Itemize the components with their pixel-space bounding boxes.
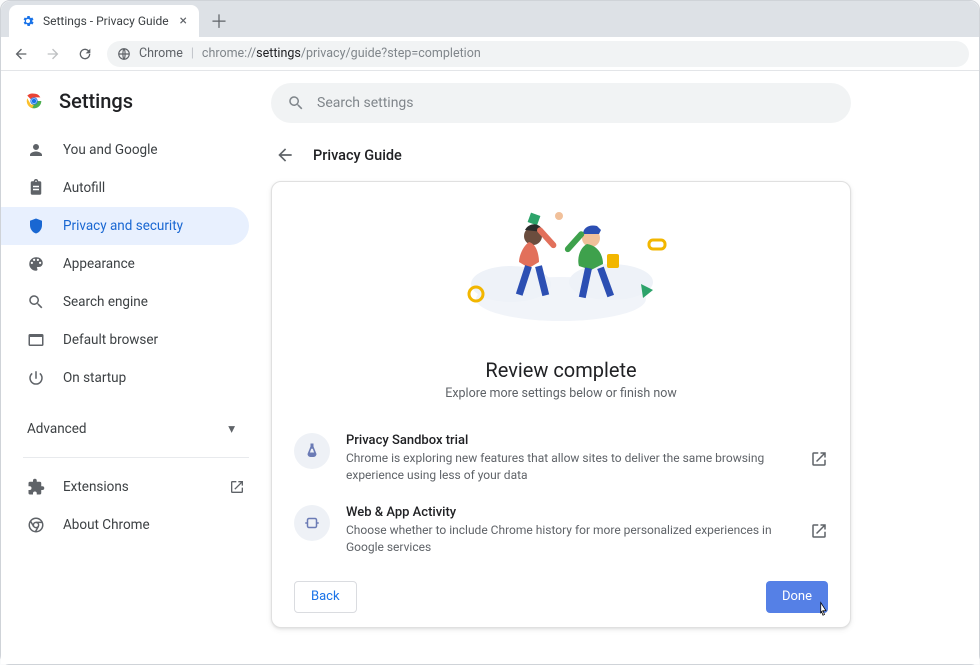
palette-icon	[27, 255, 45, 273]
open-in-new-icon[interactable]	[810, 522, 828, 540]
advanced-label: Advanced	[27, 421, 87, 437]
sidebar-item-label: Privacy and security	[63, 218, 183, 234]
url-text: chrome://settings/privacy/guide?step=com…	[202, 46, 481, 61]
hero-illustration	[294, 204, 828, 344]
brand: Settings	[23, 89, 249, 113]
sidebar-item-default-browser[interactable]: Default browser	[1, 321, 249, 359]
shield-icon	[27, 217, 45, 235]
chrome-outline-icon	[27, 516, 45, 534]
chrome-logo-icon	[23, 90, 45, 112]
done-button-label: Done	[782, 589, 812, 604]
sidebar: Settings You and Google Autofill Privacy…	[1, 71, 261, 664]
separator: |	[191, 46, 194, 61]
option-web-app-activity[interactable]: Web & App Activity Choose whether to inc…	[294, 495, 828, 567]
option-title: Web & App Activity	[346, 505, 794, 520]
tab-strip: Settings - Privacy Guide × ＋	[1, 1, 979, 37]
cursor-icon	[814, 601, 832, 619]
sidebar-item-privacy-security[interactable]: Privacy and security	[1, 207, 249, 245]
address-bar[interactable]: Chrome | chrome://settings/privacy/guide…	[107, 41, 969, 67]
subheader-title: Privacy Guide	[313, 147, 402, 164]
subheader: Privacy Guide	[275, 145, 953, 165]
person-icon	[27, 141, 45, 159]
sidebar-item-label: Appearance	[63, 256, 135, 272]
main-content: Search settings Privacy Guide	[261, 71, 979, 664]
sidebar-item-label: Search engine	[63, 294, 148, 310]
sidebar-item-appearance[interactable]: Appearance	[1, 245, 249, 283]
new-tab-button[interactable]: ＋	[205, 7, 233, 35]
card-heading: Review complete	[294, 358, 828, 382]
sidebar-item-autofill[interactable]: Autofill	[1, 169, 249, 207]
advanced-toggle[interactable]: Advanced ▾	[23, 407, 249, 451]
close-icon[interactable]: ×	[180, 14, 187, 28]
tab-title: Settings - Privacy Guide	[43, 14, 169, 28]
sidebar-item-label: You and Google	[63, 142, 158, 158]
sidebar-item-label: Autofill	[63, 180, 105, 196]
search-icon	[287, 94, 305, 112]
extensions-label: Extensions	[63, 479, 129, 495]
completion-card: Review complete Explore more settings be…	[271, 181, 851, 628]
open-in-new-icon	[229, 479, 245, 495]
puzzle-icon	[27, 478, 45, 496]
back-button-label: Back	[311, 589, 340, 604]
reload-icon[interactable]	[75, 44, 95, 64]
sidebar-item-search-engine[interactable]: Search engine	[1, 283, 249, 321]
back-arrow-icon[interactable]	[275, 145, 295, 165]
clipboard-icon	[27, 179, 45, 197]
done-button[interactable]: Done	[766, 581, 828, 613]
url-scheme-label: Chrome	[139, 46, 183, 61]
power-icon	[27, 369, 45, 387]
search-placeholder: Search settings	[317, 95, 414, 111]
back-button[interactable]: Back	[294, 581, 357, 613]
sidebar-item-you-and-google[interactable]: You and Google	[1, 131, 249, 169]
nav-list: You and Google Autofill Privacy and secu…	[23, 131, 249, 397]
browser-icon	[27, 331, 45, 349]
sidebar-item-label: Default browser	[63, 332, 158, 348]
chevron-down-icon: ▾	[228, 421, 235, 437]
flask-icon	[294, 433, 330, 469]
back-icon[interactable]	[11, 44, 31, 64]
sidebar-item-on-startup[interactable]: On startup	[1, 359, 249, 397]
toolbar: Chrome | chrome://settings/privacy/guide…	[1, 37, 979, 71]
gear-icon	[21, 14, 35, 28]
open-in-new-icon[interactable]	[810, 450, 828, 468]
search-icon	[27, 293, 45, 311]
option-desc: Chrome is exploring new features that al…	[346, 450, 794, 485]
globe-icon	[117, 47, 131, 61]
card-subheading: Explore more settings below or finish no…	[294, 386, 828, 401]
option-desc: Choose whether to include Chrome history…	[346, 522, 794, 557]
option-privacy-sandbox[interactable]: Privacy Sandbox trial Chrome is explorin…	[294, 423, 828, 495]
about-chrome-label: About Chrome	[63, 517, 150, 533]
sidebar-item-extensions[interactable]: Extensions	[23, 468, 249, 506]
activity-icon	[294, 505, 330, 541]
sidebar-item-about-chrome[interactable]: About Chrome	[23, 506, 249, 544]
forward-icon[interactable]	[43, 44, 63, 64]
browser-tab[interactable]: Settings - Privacy Guide ×	[9, 5, 199, 37]
page-title: Settings	[59, 89, 133, 113]
option-title: Privacy Sandbox trial	[346, 433, 794, 448]
search-input[interactable]: Search settings	[271, 83, 851, 123]
sidebar-item-label: On startup	[63, 370, 126, 386]
